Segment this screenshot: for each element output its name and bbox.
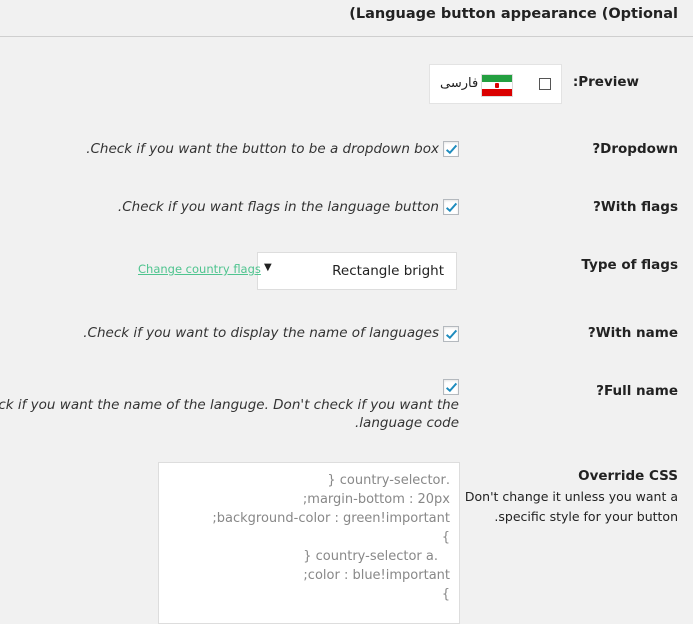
type-of-flags-label: Type of flags: [581, 257, 678, 273]
checkmark-icon: [445, 382, 457, 392]
css-line: }: [441, 530, 450, 545]
flag-type-select[interactable]: ▼ Rectangle bright: [257, 252, 457, 290]
css-line: .country-selector {: [327, 473, 450, 488]
dropdown-indicator-icon: [539, 78, 551, 90]
section-divider: [0, 36, 693, 37]
full-name-description-line1: Check if you want the name of the langug…: [0, 397, 459, 413]
change-country-flags-link[interactable]: Change country flags: [138, 262, 261, 276]
full-name-label: Full name?: [596, 383, 678, 399]
with-flags-description: Check if you want flags in the language …: [117, 199, 439, 215]
override-css-label: Override CSS: [578, 468, 678, 484]
dropdown-arrow-icon: ▼: [264, 262, 272, 273]
css-line: margin-bottom : 20px;: [302, 492, 450, 507]
dropdown-description: Check if you want the button to be a dro…: [86, 141, 439, 157]
checkmark-icon: [445, 202, 457, 212]
language-button-preview[interactable]: فارسی: [429, 64, 562, 104]
css-line: }: [441, 587, 450, 602]
with-flags-label: With flags?: [593, 199, 678, 215]
preview-language-name: فارسی: [440, 76, 479, 91]
css-line: color : blue!important;: [303, 568, 450, 583]
full-name-description-line2: language code.: [355, 415, 459, 431]
with-name-description: Check if you want to display the name of…: [83, 325, 439, 341]
with-flags-checkbox[interactable]: [443, 199, 459, 215]
checkmark-icon: [445, 144, 457, 154]
full-name-checkbox[interactable]: [443, 379, 459, 395]
checkmark-icon: [445, 329, 457, 339]
dropdown-checkbox[interactable]: [443, 141, 459, 157]
css-line: background-color : green!important;: [212, 511, 450, 526]
with-name-checkbox[interactable]: [443, 326, 459, 342]
override-css-help-line2: specific style for your button.: [494, 509, 678, 524]
flag-type-value: Rectangle bright: [332, 263, 444, 279]
override-css-help-line1: Don't change it unless you want a: [464, 489, 678, 504]
css-line: .country-selector a {: [303, 549, 438, 564]
override-css-textarea[interactable]: .country-selector { margin-bottom : 20px…: [158, 462, 460, 624]
dropdown-label: Dropdown?: [592, 141, 678, 157]
section-title: (Language button appearance (Optional: [349, 6, 678, 22]
preview-label: Preview:: [572, 74, 639, 90]
with-name-label: With name?: [587, 325, 678, 341]
iran-flag-icon: [481, 74, 513, 97]
